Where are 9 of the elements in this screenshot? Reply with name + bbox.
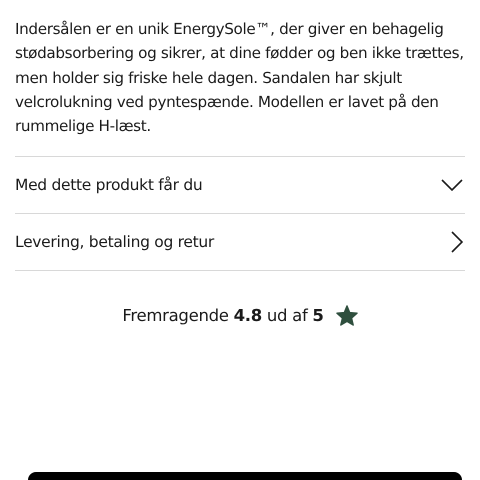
product-description: Indersålen er en unik EnergySole™, der giver en behagelig stødabsorbering og sikrer, at dine fødder og ben ikke trættes, men holder sig friske hele dagen. Sandalen har skjult velcrolukning ved pyntespænde. Modellen er lavet på den rummelige H-læst. [15,19,465,138]
section-label: Levering, betaling og retur [15,233,214,252]
rating-text: Fremragende 4.8 ud af 5 [122,306,324,326]
section-label: Med dette produkt får du [15,176,202,194]
chevron-icon [451,231,463,254]
star-icon [336,305,358,326]
section-row[interactable]: Levering, betaling og retur [15,214,465,272]
bottom-button[interactable] [28,472,462,480]
section-row[interactable]: Med dette produkt får du [15,157,465,214]
